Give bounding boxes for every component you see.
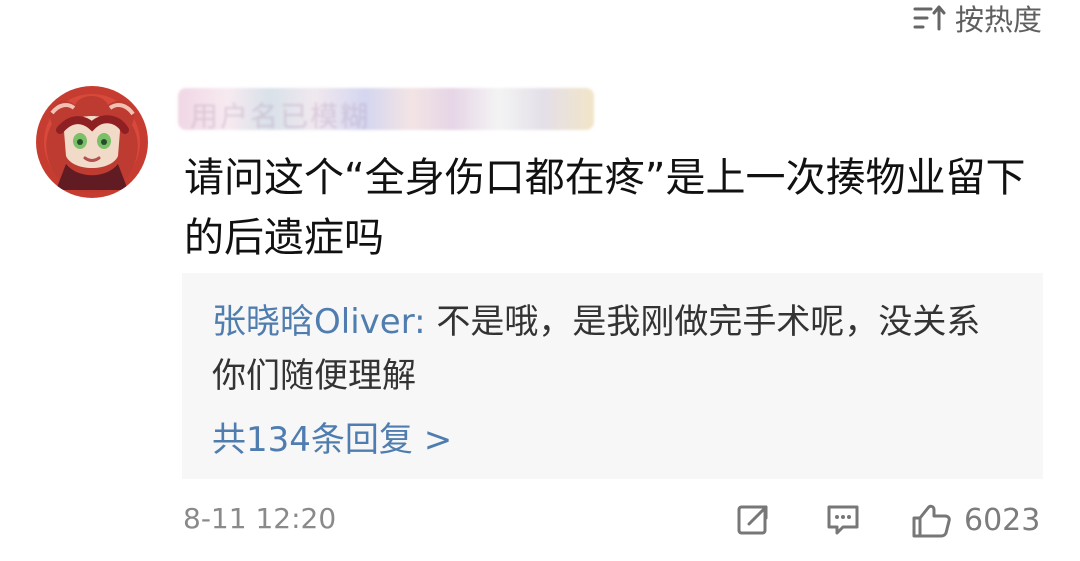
reply-text-block: 张晓晗Oliver: 不是哦，是我刚做完手术呢，没关系你们随便理解 bbox=[212, 295, 997, 403]
like-button[interactable]: 6023 bbox=[910, 500, 1040, 540]
avatar[interactable] bbox=[36, 86, 148, 198]
blurred-username: 用户名已模糊 bbox=[178, 88, 594, 133]
sort-icon bbox=[911, 3, 947, 33]
sort-label: 按热度 bbox=[954, 3, 1042, 37]
blurred-username-text: 用户名已模糊 bbox=[190, 100, 371, 133]
share-icon bbox=[737, 505, 768, 535]
comment-body: 请问这个“全身伤口都在疼”是上一次揍物业留下的后遗症吗 bbox=[184, 155, 1026, 261]
like-icon bbox=[912, 504, 951, 538]
reply-box[interactable]: 张晓晗Oliver: 不是哦，是我刚做完手术呢，没关系你们随便理解 共134条回… bbox=[182, 273, 1043, 479]
comment-time: 8-11 12:20 bbox=[183, 502, 337, 535]
comment-button[interactable] bbox=[824, 500, 862, 538]
reply-author[interactable]: 张晓晗Oliver: bbox=[212, 302, 426, 342]
reply-count-link[interactable]: 共134条回复 > bbox=[212, 413, 452, 467]
like-count: 6023 bbox=[964, 502, 1041, 538]
share-button[interactable] bbox=[735, 500, 773, 538]
comment-icon bbox=[827, 505, 859, 535]
sort-toggle[interactable]: 按热度 bbox=[911, 0, 1042, 37]
